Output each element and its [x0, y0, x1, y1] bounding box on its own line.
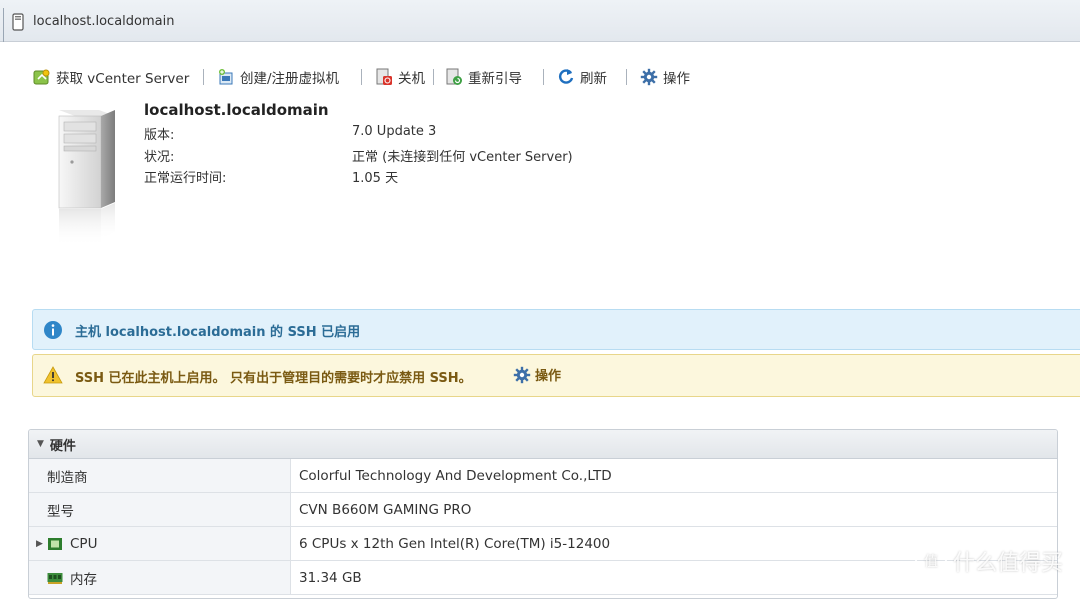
get-vcenter-label: 获取 vCenter Server	[56, 71, 190, 87]
memory-key-label: 内存	[70, 571, 97, 588]
refresh-icon	[559, 69, 574, 84]
reboot-label: 重新引导	[468, 71, 522, 87]
frame-border	[3, 8, 4, 42]
ssh-info-alert: 主机 localhost.localdomain 的 SSH 已启用	[32, 309, 1080, 350]
watermark: 值 什么值得买	[915, 545, 1063, 577]
toolbar-separator	[626, 69, 627, 85]
memory-module-icon	[47, 572, 63, 584]
window-title: localhost.localdomain	[33, 14, 175, 29]
reboot-icon	[446, 68, 462, 85]
warning-actions-button[interactable]: 操作	[513, 365, 561, 384]
table-row: 型号 CVN B660M GAMING PRO	[29, 493, 1057, 527]
gear-icon	[513, 366, 531, 383]
host-device-icon	[12, 13, 24, 31]
toolbar-separator	[361, 69, 362, 85]
cpu-chip-icon	[48, 537, 62, 550]
refresh-button[interactable]: 刷新	[557, 66, 607, 88]
collapse-triangle-icon: ▼	[37, 439, 44, 449]
ssh-warning-text: SSH 已在此主机上启用。 只有出于管理目的需要时才应禁用 SSH。	[75, 371, 472, 386]
hardware-panel: ▼ 硬件 制造商 Colorful Technology And Develop…	[28, 429, 1058, 599]
status-value: 正常 (未连接到任何 vCenter Server)	[352, 150, 573, 165]
shutdown-icon	[376, 68, 392, 85]
status-label: 状况:	[144, 150, 175, 165]
toolbar-separator	[203, 69, 204, 85]
uptime-value: 1.05 天	[352, 171, 399, 186]
server-tower-icon	[58, 110, 115, 247]
hardware-panel-title: 硬件	[49, 438, 76, 454]
memory-key: 内存	[29, 561, 291, 594]
model-key: 型号	[29, 493, 291, 526]
model-value: CVN B660M GAMING PRO	[299, 501, 472, 518]
window-titlebar: localhost.localdomain	[0, 0, 1080, 42]
table-row: 制造商 Colorful Technology And Development …	[29, 459, 1057, 493]
reboot-button[interactable]: 重新引导	[445, 66, 522, 88]
warning-actions-label: 操作	[535, 369, 562, 384]
actions-button[interactable]: 操作	[640, 66, 690, 88]
shutdown-label: 关机	[398, 71, 425, 87]
watermark-logo-icon: 值	[915, 545, 947, 577]
ssh-info-text: 主机 localhost.localdomain 的 SSH 已启用	[75, 325, 361, 340]
refresh-label: 刷新	[580, 71, 607, 87]
expand-triangle-icon[interactable]: ▶	[36, 539, 43, 549]
host-name-heading: localhost.localdomain	[144, 101, 329, 119]
watermark-text: 什么值得买	[953, 551, 1064, 576]
create-register-vm-label: 创建/注册虚拟机	[240, 71, 340, 87]
toolbar-separator	[433, 69, 434, 85]
create-register-vm-button[interactable]: 创建/注册虚拟机	[217, 66, 339, 88]
uptime-label: 正常运行时间:	[144, 171, 227, 186]
manufacturer-value: Colorful Technology And Development Co.,…	[299, 467, 612, 484]
shutdown-button[interactable]: 关机	[375, 66, 425, 88]
cpu-key[interactable]: ▶ CPU	[29, 527, 291, 560]
toolbar-separator	[543, 69, 544, 85]
info-icon	[44, 321, 62, 339]
table-row: 内存 31.34 GB	[29, 561, 1057, 595]
version-value: 7.0 Update 3	[352, 124, 437, 139]
warning-icon	[43, 366, 63, 384]
get-vcenter-button[interactable]: 获取 vCenter Server	[33, 66, 189, 88]
create-vm-icon	[219, 69, 233, 85]
gear-icon	[640, 68, 658, 86]
vcenter-icon	[33, 69, 50, 85]
version-label: 版本:	[144, 128, 175, 143]
table-row[interactable]: ▶ CPU 6 CPUs x 12th Gen Intel(R) Core(TM…	[29, 527, 1057, 561]
actions-label: 操作	[663, 71, 690, 87]
ssh-warning-alert: SSH 已在此主机上启用。 只有出于管理目的需要时才应禁用 SSH。 操作	[32, 354, 1080, 397]
hardware-panel-header[interactable]: ▼ 硬件	[29, 430, 1057, 459]
cpu-key-label: CPU	[70, 535, 98, 552]
manufacturer-key: 制造商	[29, 459, 291, 492]
